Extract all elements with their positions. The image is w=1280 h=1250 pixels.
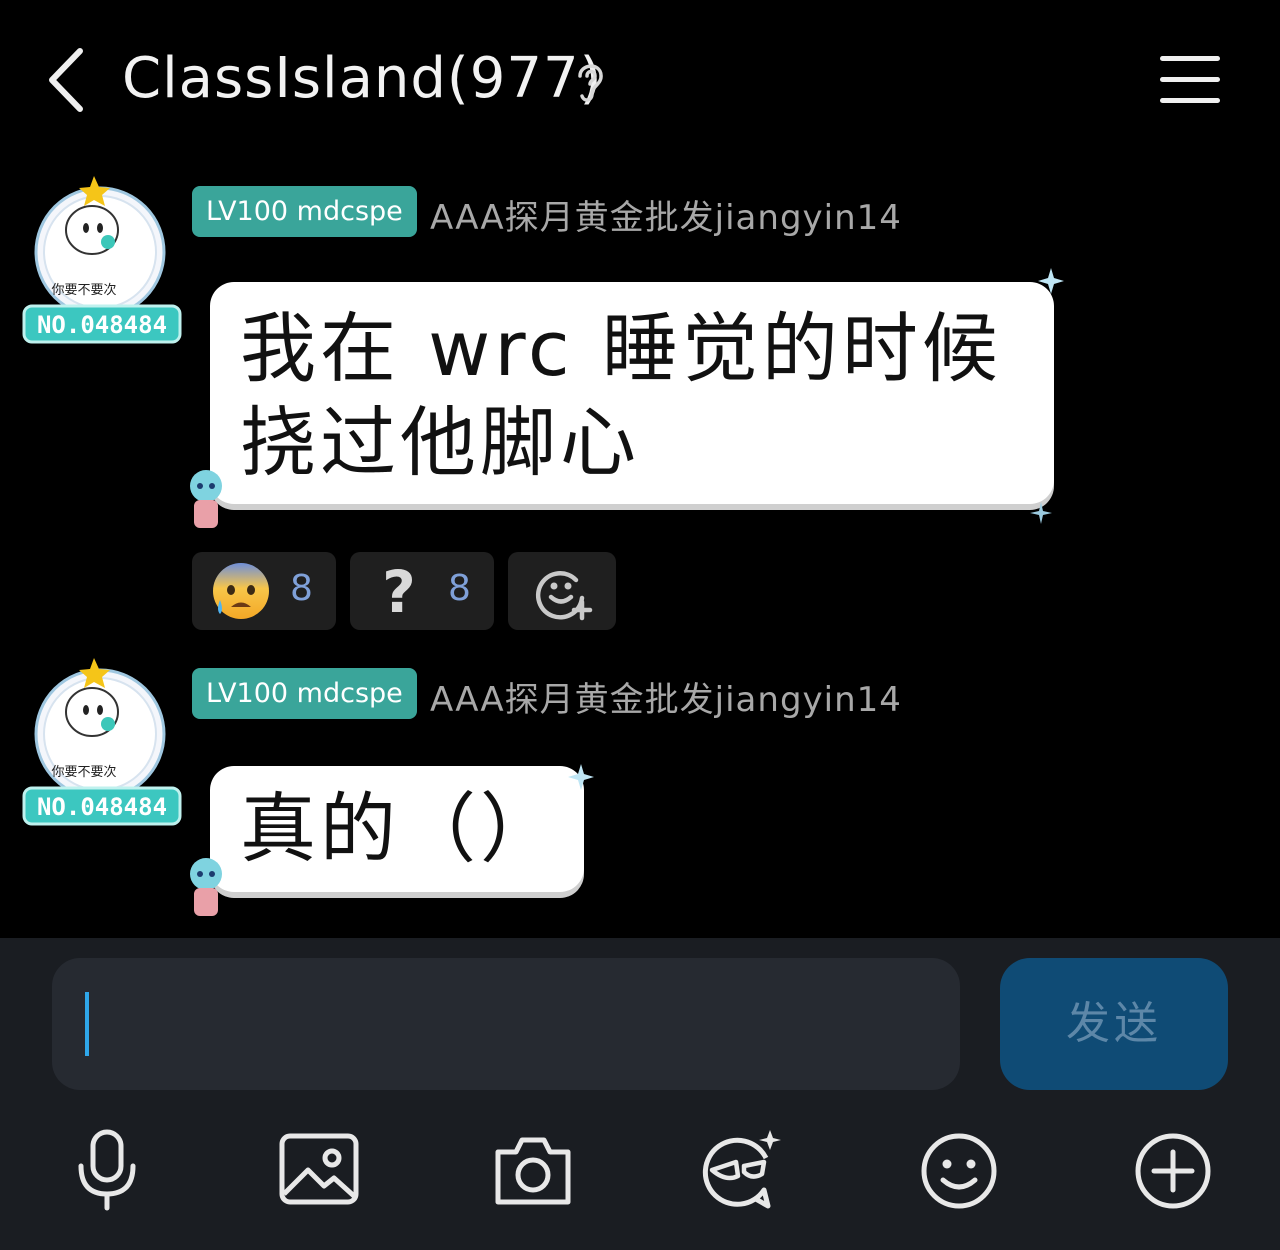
add-reaction-button[interactable] bbox=[508, 552, 616, 630]
avatar[interactable]: NO.048484 你要不要次 bbox=[22, 652, 182, 832]
reaction-chip[interactable]: ? 8 bbox=[350, 552, 494, 630]
message-text: 真的（） bbox=[240, 784, 560, 873]
snowflake-icon bbox=[568, 764, 594, 790]
anxious-face-emoji bbox=[213, 563, 269, 619]
snowflake-icon bbox=[1038, 268, 1064, 294]
sender-name[interactable]: AAA探月黄金批发jiangyin14 bbox=[430, 672, 902, 721]
message-input[interactable] bbox=[52, 958, 960, 1090]
avatar[interactable]: NO.048484 你要不要次 bbox=[22, 170, 182, 350]
reaction-count: 8 bbox=[290, 568, 313, 609]
camera-icon[interactable] bbox=[488, 1128, 578, 1214]
avatar-caption: 你要不要次 bbox=[51, 764, 116, 780]
emoji-icon[interactable] bbox=[914, 1128, 1004, 1214]
message-bubble[interactable]: 真的（） bbox=[210, 766, 584, 892]
avatar-caption: 你要不要次 bbox=[51, 282, 116, 298]
bubble-decoration bbox=[190, 470, 222, 528]
sender-name[interactable]: AAA探月黄金批发jiangyin14 bbox=[430, 190, 902, 239]
hamburger-menu-icon[interactable] bbox=[1158, 54, 1222, 106]
text-caret bbox=[85, 992, 89, 1056]
send-button[interactable]: 发送 bbox=[1000, 958, 1228, 1090]
ear-icon[interactable] bbox=[570, 58, 610, 104]
avatar-number: NO.048484 bbox=[37, 311, 167, 339]
avatar-number: NO.048484 bbox=[37, 793, 167, 821]
chat-title[interactable]: ClassIsland(977) bbox=[122, 46, 603, 111]
microphone-icon[interactable] bbox=[62, 1128, 152, 1214]
snowflake-icon bbox=[1030, 502, 1052, 524]
image-icon[interactable] bbox=[274, 1128, 364, 1214]
reaction-count: 8 bbox=[448, 568, 471, 609]
add-reaction-icon bbox=[535, 571, 593, 621]
composer-bar: 发送 bbox=[0, 938, 1280, 1250]
chevron-left-icon[interactable] bbox=[40, 45, 96, 115]
message-item: NO.048484 你要不要次 LV100 mdcspe AAA探月黄金批发ji… bbox=[0, 170, 1280, 640]
message-item: NO.048484 你要不要次 LV100 mdcspe AAA探月黄金批发ji… bbox=[0, 652, 1280, 932]
message-bubble[interactable]: 我在 wrc 睡觉的时候 挠过他脚心 bbox=[210, 282, 1054, 504]
reaction-chip[interactable]: 8 bbox=[192, 552, 336, 630]
question-mark-emoji: ? bbox=[382, 560, 416, 622]
bubble-decoration bbox=[190, 858, 222, 916]
level-badge: LV100 mdcspe bbox=[192, 186, 417, 237]
chat-header: ClassIsland(977) bbox=[0, 0, 1280, 160]
svg-text:?: ? bbox=[382, 560, 416, 622]
message-text: 我在 wrc 睡觉的时候 挠过他脚心 bbox=[240, 304, 1002, 487]
level-badge: LV100 mdcspe bbox=[192, 668, 417, 719]
plus-circle-icon[interactable] bbox=[1128, 1128, 1218, 1214]
sticker-face-icon[interactable] bbox=[696, 1128, 786, 1214]
